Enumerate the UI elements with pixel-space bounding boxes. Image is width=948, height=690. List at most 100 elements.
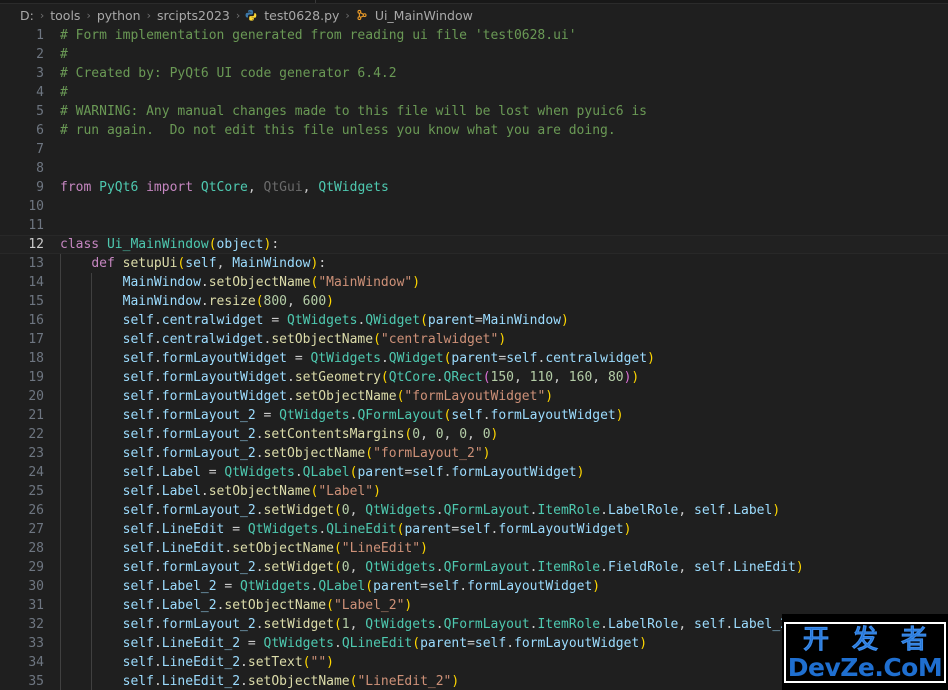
line-content[interactable]: self.formLayoutWidget = QtWidgets.QWidge…: [60, 349, 655, 368]
line-content[interactable]: self.LineEdit_2.setObjectName("LineEdit_…: [60, 672, 460, 690]
line-content[interactable]: self.formLayout_2.setObjectName("formLay…: [60, 444, 491, 463]
code-line[interactable]: 17 self.centralwidget.setObjectName("cen…: [0, 330, 948, 349]
code-line[interactable]: 26 self.formLayout_2.setWidget(0, QtWidg…: [0, 501, 948, 520]
code-line[interactable]: 15 MainWindow.resize(800, 600): [0, 292, 948, 311]
line-content[interactable]: self.formLayoutWidget.setGeometry(QtCore…: [60, 368, 640, 387]
token-punct: .: [153, 541, 162, 556]
line-content[interactable]: from PyQt6 import QtCore, QtGui, QtWidge…: [60, 178, 389, 197]
code-line[interactable]: 3 # Created by: PyQt6 UI code generator 6…: [0, 64, 948, 83]
line-content[interactable]: self.formLayoutWidget.setObjectName("for…: [60, 387, 554, 406]
token-var: LabelRole: [607, 503, 679, 518]
breadcrumb-item[interactable]: srcipts2023: [156, 8, 231, 23]
line-content[interactable]: self.Label = QtWidgets.QLabel(parent=sel…: [60, 463, 585, 482]
line-number: 26: [28, 503, 44, 518]
line-number: 24: [28, 465, 44, 480]
line-content[interactable]: # Form implementation generated from rea…: [60, 26, 577, 45]
code-line[interactable]: 8: [0, 159, 948, 178]
token-var: self: [474, 636, 507, 651]
code-line[interactable]: 9 from PyQt6 import QtCore, QtGui, QtWidg…: [0, 178, 948, 197]
token-var: self: [694, 617, 726, 632]
line-content[interactable]: #: [60, 83, 68, 102]
token-var: self: [122, 617, 154, 632]
token-paren1: ): [795, 560, 804, 575]
token-punct: .: [153, 636, 162, 651]
line-content[interactable]: MainWindow.resize(800, 600): [60, 292, 334, 311]
code-line[interactable]: 14 MainWindow.setObjectName("MainWindow"…: [0, 273, 948, 292]
line-content[interactable]: def setupUi(self, MainWindow):: [60, 254, 326, 273]
code-line[interactable]: 30 self.Label_2 = QtWidgets.QLabel(paren…: [0, 577, 948, 596]
breadcrumb-item[interactable]: tools: [49, 8, 81, 23]
code-line[interactable]: 1 # Form implementation generated from re…: [0, 26, 948, 45]
code-line[interactable]: 5 # WARNING: Any manual changes made to t…: [0, 102, 948, 121]
line-content[interactable]: self.centralwidget.setObjectName("centra…: [60, 330, 507, 349]
line-content[interactable]: self.formLayout_2.setContentsMargins(0, …: [60, 425, 499, 444]
code-line[interactable]: 22 self.formLayout_2.setContentsMargins(…: [0, 425, 948, 444]
code-line[interactable]: 31 self.Label_2.setObjectName("Label_2"): [0, 596, 948, 615]
code-line[interactable]: 4 #: [0, 83, 948, 102]
line-number: 22: [28, 427, 44, 442]
code-line[interactable]: 11: [0, 216, 948, 235]
token-string: "MainWindow": [318, 275, 413, 290]
line-content[interactable]: self.formLayout_2.setWidget(0, QtWidgets…: [60, 501, 781, 520]
code-line[interactable]: 16 self.centralwidget = QtWidgets.QWidge…: [0, 311, 948, 330]
code-lines[interactable]: 1 # Form implementation generated from re…: [0, 26, 948, 690]
code-line[interactable]: 29 self.formLayout_2.setWidget(0, QtWidg…: [0, 558, 948, 577]
breadcrumb-item[interactable]: python: [96, 8, 142, 23]
code-line[interactable]: 2 #: [0, 45, 948, 64]
code-line[interactable]: 6 # run again. Do not edit this file unle…: [0, 121, 948, 140]
code-line[interactable]: 18 self.formLayoutWidget = QtWidgets.QWi…: [0, 349, 948, 368]
code-line[interactable]: 27 self.LineEdit = QtWidgets.QLineEdit(p…: [0, 520, 948, 539]
line-content[interactable]: self.LineEdit_2 = QtWidgets.QLineEdit(pa…: [60, 634, 647, 653]
token-var: self: [122, 313, 154, 328]
line-content[interactable]: # Created by: PyQt6 UI code generator 6.…: [60, 64, 397, 83]
line-content[interactable]: self.LineEdit = QtWidgets.QLineEdit(pare…: [60, 520, 632, 539]
line-content[interactable]: self.formLayout_2.setWidget(1, QtWidgets…: [60, 615, 796, 634]
line-content[interactable]: self.Label_2.setObjectName("Label_2"): [60, 596, 413, 615]
token-var: self: [122, 674, 154, 689]
token-punct: .: [153, 560, 162, 575]
line-content[interactable]: #: [60, 45, 68, 64]
line-content[interactable]: class Ui_MainWindow(object):: [60, 235, 279, 254]
breadcrumb-item[interactable]: test0628.py: [263, 8, 340, 23]
line-content[interactable]: self.centralwidget = QtWidgets.QWidget(p…: [60, 311, 569, 330]
token-number: 600: [302, 294, 327, 309]
token-punct: .: [240, 674, 248, 689]
token-keyword: import: [146, 180, 194, 195]
line-content[interactable]: # WARNING: Any manual changes made to th…: [60, 102, 647, 121]
line-content[interactable]: self.LineEdit.setObjectName("LineEdit"): [60, 539, 428, 558]
breadcrumb-item[interactable]: Ui_MainWindow: [374, 8, 474, 23]
line-content[interactable]: # run again. Do not edit this file unles…: [60, 121, 616, 140]
line-content[interactable]: self.Label_2 = QtWidgets.QLabel(parent=s…: [60, 577, 601, 596]
line-content[interactable]: MainWindow.setObjectName("MainWindow"): [60, 273, 420, 292]
code-line[interactable]: 24 self.Label = QtWidgets.QLabel(parent=…: [0, 463, 948, 482]
code-line[interactable]: 7: [0, 140, 948, 159]
token-punct: .: [153, 674, 162, 689]
line-content[interactable]: self.formLayout_2.setWidget(0, QtWidgets…: [60, 558, 804, 577]
token-var: FieldRole: [607, 560, 679, 575]
breadcrumb-item[interactable]: D:: [19, 8, 35, 23]
code-line[interactable]: 19 self.formLayoutWidget.setGeometry(QtC…: [0, 368, 948, 387]
breadcrumb[interactable]: D: › tools › python › srcipts2023 › test0628.py ›…: [0, 4, 948, 26]
editor-pane[interactable]: 1 # Form implementation generated from re…: [0, 26, 948, 690]
token-number: 110: [529, 370, 554, 385]
line-number: 29: [28, 560, 44, 575]
code-line[interactable]: 25 self.Label.setObjectName("Label"): [0, 482, 948, 501]
token-var: LabelRole: [607, 617, 679, 632]
code-line[interactable]: 13 def setupUi(self, MainWindow):: [0, 254, 948, 273]
code-line[interactable]: 23 self.formLayout_2.setObjectName("form…: [0, 444, 948, 463]
token-punct: ,: [678, 503, 695, 518]
code-line[interactable]: 21 self.formLayout_2 = QtWidgets.QFormLa…: [0, 406, 948, 425]
code-line[interactable]: 20 self.formLayoutWidget.setObjectName("…: [0, 387, 948, 406]
line-content[interactable]: self.Label.setObjectName("Label"): [60, 482, 381, 501]
code-line[interactable]: 10: [0, 197, 948, 216]
code-line[interactable]: 28 self.LineEdit.setObjectName("LineEdit…: [0, 539, 948, 558]
token-func: setupUi: [122, 256, 178, 271]
line-content[interactable]: self.LineEdit_2.setText(""): [60, 653, 334, 672]
token-punct: .: [153, 484, 162, 499]
code-line[interactable]: 12 class Ui_MainWindow(object):: [0, 235, 948, 254]
line-content[interactable]: self.formLayout_2 = QtWidgets.QFormLayou…: [60, 406, 624, 425]
